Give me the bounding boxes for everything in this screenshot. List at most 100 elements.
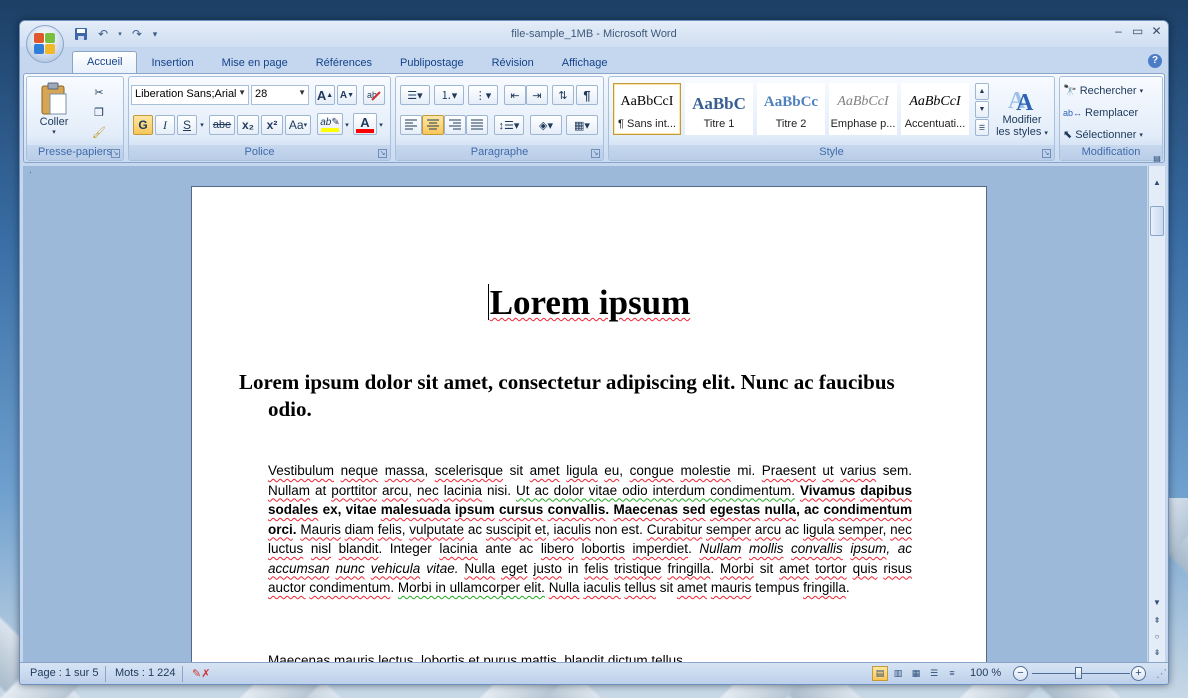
maximize-icon[interactable]: ▭ [1132,24,1143,38]
underline-button[interactable]: S [177,115,197,135]
cut-icon[interactable]: ✂ [89,83,109,101]
tab-mise-en-page[interactable]: Mise en page [208,53,302,73]
dialog-launcher-icon[interactable]: ↘ [378,149,387,158]
style-tile-titre-2[interactable]: AaBbCc Titre 2 [757,83,825,135]
ruler-toggle-icon[interactable]: ▤ [1150,152,1164,166]
subscript-button[interactable]: x₂ [237,115,259,135]
dialog-launcher-icon[interactable]: ↘ [111,149,120,158]
tab-publipostage[interactable]: Publipostage [386,53,478,73]
line-spacing-icon[interactable]: ↕☰▾ [494,115,524,135]
multilevel-list-icon[interactable]: ⋮▾ [468,85,498,105]
show-formatting-icon[interactable]: ¶ [576,85,598,105]
office-button[interactable] [26,25,64,63]
change-case-button[interactable]: Aa ▾ [285,115,311,135]
dialog-launcher-icon[interactable]: ↘ [1042,149,1051,158]
grow-font-button[interactable]: A ▲ [315,85,335,105]
document-heading[interactable]: Lorem ipsum dolor sit amet, consectetur … [239,369,939,423]
format-painter-icon[interactable]: 🖌 [89,123,109,141]
vertical-scrollbar[interactable]: ▤ ▲ ▼ ⇞ ○ ⇟ [1148,154,1165,663]
web-layout-icon[interactable]: ▦ [908,666,924,681]
style-tile-titre-1[interactable]: AaBbC Titre 1 [685,83,753,135]
font-size-combo[interactable]: 28 ▼ [251,85,309,105]
zoom-slider-thumb[interactable] [1075,667,1082,679]
browse-object-icon[interactable]: ○ [1150,630,1164,644]
close-icon[interactable]: ✕ [1151,24,1162,38]
align-center-icon[interactable] [422,115,444,135]
align-right-icon[interactable] [444,115,466,135]
document-page[interactable]: Lorem ipsum Lorem ipsum dolor sit amet, … [191,186,987,663]
tab-accueil[interactable]: Accueil [72,51,138,73]
highlight-dropdown-icon[interactable]: ▾ [343,115,351,135]
scroll-down-icon[interactable]: ▼ [1150,596,1164,610]
style-name: Titre 2 [775,118,807,130]
style-gallery-more-icon[interactable]: ☰ [975,119,989,136]
change-styles-button[interactable]: A A Modifier les styles ▾ [993,79,1051,143]
font-name-value: Liberation Sans;Arial [135,88,237,100]
clear-formatting-icon[interactable]: ab [363,85,385,105]
shrink-font-button[interactable]: A ▼ [337,85,357,105]
strikethrough-button[interactable]: abe [209,115,235,135]
font-name-combo[interactable]: Liberation Sans;Arial ▼ [131,85,249,105]
font-color-button[interactable]: A [353,113,377,135]
minimize-icon[interactable]: – [1113,24,1124,38]
tab-revision[interactable]: Révision [478,53,548,73]
change-styles-label-2: les styles [996,126,1042,138]
justify-icon[interactable] [466,115,488,135]
copy-icon[interactable]: ❐ [89,103,109,121]
tab-references[interactable]: Références [302,53,386,73]
superscript-button[interactable]: x² [261,115,283,135]
tab-affichage[interactable]: Affichage [548,53,622,73]
replace-button[interactable]: ab↔ Remplacer [1062,103,1160,122]
proofing-icon[interactable]: ✎✗ [192,667,210,680]
font-color-dropdown-icon[interactable]: ▾ [377,115,385,135]
document-area[interactable]: · Lorem ipsum Lorem ipsum dolor sit amet… [23,166,1147,663]
group-label-style: Style [609,145,1054,160]
bullets-icon[interactable]: ☰▾ [400,85,430,105]
group-font: Liberation Sans;Arial ▼ 28 ▼ A ▲ A ▼ ab G … [128,76,391,161]
numbering-icon[interactable]: ⒈▾ [434,85,464,105]
shading-icon[interactable]: ◈▾ [530,115,562,135]
ribbon-tabs: Accueil Insertion Mise en page Référence… [72,51,621,73]
italic-button[interactable]: I [155,115,175,135]
print-layout-icon[interactable]: ▤ [872,666,888,681]
page-count[interactable]: Page : 1 sur 5 [30,667,99,679]
replace-label: Remplacer [1085,106,1139,119]
style-scroll-up-icon[interactable]: ▲ [975,83,989,100]
word-count[interactable]: Mots : 1 224 [115,667,176,679]
zoom-out-icon[interactable]: − [1013,666,1028,681]
borders-icon[interactable]: ▦▾ [566,115,598,135]
title-bar: ↶ ▾ ↷ ▾ file-sample_1MB - Microsoft Word… [20,21,1168,47]
previous-page-icon[interactable]: ⇞ [1150,614,1164,628]
style-tile-no-spacing[interactable]: AaBbCcI ¶ Sans int... [613,83,681,135]
full-screen-reading-icon[interactable]: ▥ [890,666,906,681]
outline-icon[interactable]: ☰ [926,666,942,681]
highlight-color-button[interactable]: ab✎ [317,113,343,135]
help-icon[interactable]: ? [1148,54,1162,68]
bold-button[interactable]: G [133,115,153,135]
sort-icon[interactable]: ⇅ [552,85,574,105]
scroll-thumb[interactable] [1150,206,1164,236]
align-left-icon[interactable] [400,115,422,135]
style-scroll-down-icon[interactable]: ▼ [975,101,989,118]
zoom-level[interactable]: 100 % [970,667,1001,679]
style-name: Emphase p... [830,118,896,130]
find-button[interactable]: 🔭 Rechercher ▾ [1062,81,1160,100]
paste-button[interactable]: Coller ▾ [33,79,75,139]
scroll-up-icon[interactable]: ▲ [1150,176,1164,190]
zoom-in-icon[interactable]: + [1131,666,1146,681]
chevron-down-icon: ▼ [298,88,306,97]
style-tile-emphase[interactable]: AaBbCcI Emphase p... [829,83,897,135]
draft-icon[interactable]: ≡ [944,666,960,681]
decrease-indent-icon[interactable]: ⇤ [504,85,526,105]
dialog-launcher-icon[interactable]: ↘ [591,149,600,158]
tab-insertion[interactable]: Insertion [137,53,207,73]
underline-dropdown-icon[interactable]: ▾ [197,115,207,135]
resize-grip-icon[interactable]: ⋰ [1156,667,1167,680]
select-button[interactable]: ⬉ Sélectionner ▾ [1062,125,1160,144]
increase-indent-icon[interactable]: ⇥ [526,85,548,105]
style-tile-accentuation[interactable]: AaBbCcI Accentuati... [901,83,969,135]
document-paragraph[interactable]: Vestibulum neque massa, scelerisque sit … [268,461,912,598]
document-title[interactable]: Lorem ipsum [192,283,986,323]
next-page-icon[interactable]: ⇟ [1150,646,1164,660]
text-cursor [487,284,489,320]
